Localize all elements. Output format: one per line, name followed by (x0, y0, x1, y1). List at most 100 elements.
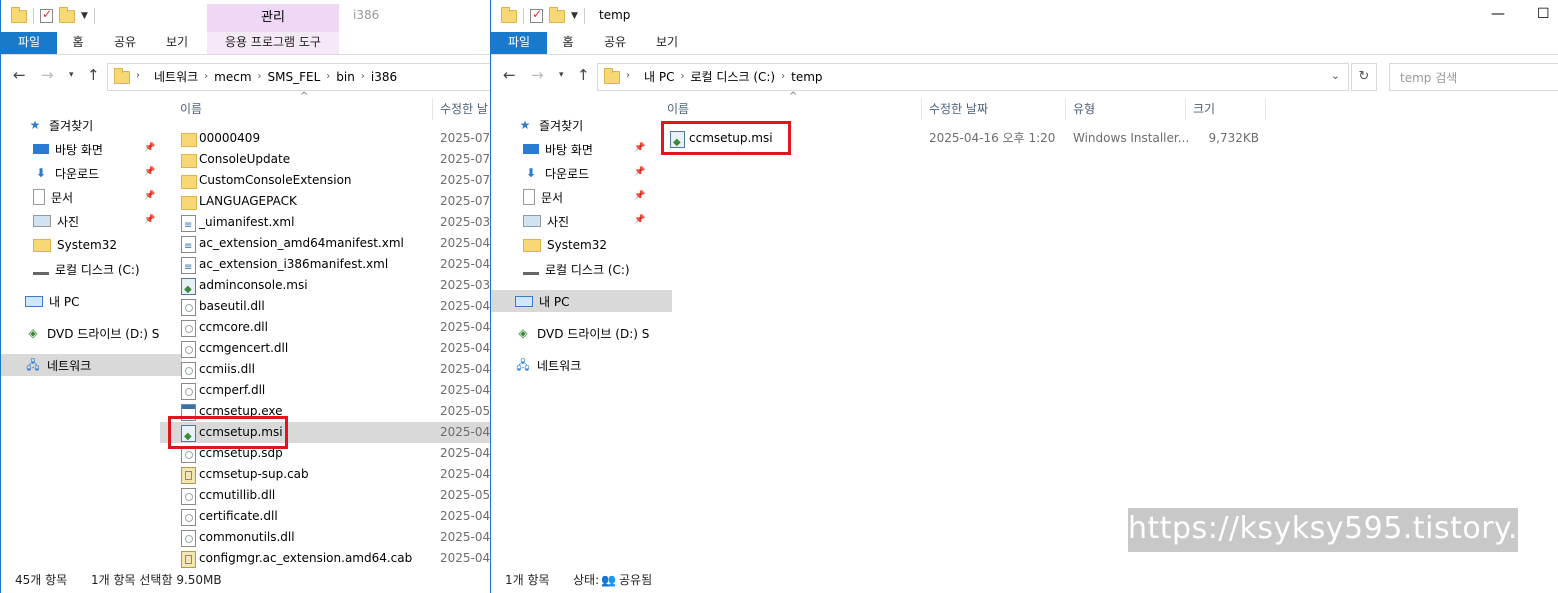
properties-icon[interactable] (530, 7, 543, 23)
file-row[interactable]: 00000409 2025-07- (160, 128, 491, 149)
nav-label: 바탕 화면 (55, 142, 103, 157)
nav-label: DVD 드라이브 (D:) S (537, 326, 650, 341)
tab-app-tools[interactable]: 응용 프로그램 도구 (207, 32, 339, 54)
breadcrumb-sms-fel[interactable]: SMS_FEL (262, 70, 327, 84)
nav-network[interactable]: 🖧 네트워크 (1, 354, 182, 376)
documents-icon (33, 189, 45, 205)
star-icon: ★ (519, 118, 531, 132)
tab-file[interactable]: 파일 (491, 32, 547, 54)
file-row[interactable]: ac_extension_i386manifest.xml 2025-04- (160, 254, 491, 278)
column-header-name[interactable]: 이름 (180, 98, 202, 120)
minimize-icon[interactable]: — (1491, 6, 1505, 22)
recent-locations-icon[interactable]: ▾ (69, 70, 74, 80)
file-row[interactable]: ac_extension_amd64manifest.xml 2025-04- (160, 233, 491, 257)
folder-icon[interactable] (11, 6, 27, 23)
file-row[interactable]: ccmsetup-sup.cab 2025-04- (160, 464, 491, 485)
file-name: ac_extension_i386manifest.xml (199, 257, 389, 271)
tab-file[interactable]: 파일 (1, 32, 57, 54)
tab-share[interactable]: 공유 (595, 32, 635, 54)
item-count: 45개 항목 (15, 573, 68, 587)
breadcrumb-bin[interactable]: bin (330, 70, 361, 84)
msi-file-icon (181, 278, 196, 300)
properties-icon[interactable] (40, 7, 53, 23)
breadcrumb-this-pc[interactable]: 내 PC (638, 68, 680, 85)
file-row[interactable]: LANGUAGEPACK 2025-07- (160, 191, 491, 212)
tab-home[interactable]: 홈 (61, 32, 95, 54)
column-header-size[interactable]: 크기 (1193, 98, 1215, 120)
address-box[interactable]: › 내 PC › 로컬 디스크 (C:) › temp ⌄ (597, 63, 1349, 91)
maximize-icon[interactable]: ☐ (1537, 6, 1550, 22)
nav-network[interactable]: 🖧 네트워크 (491, 354, 672, 376)
file-row[interactable]: ccmgencert.dll 2025-04- (160, 338, 491, 359)
file-row[interactable]: commonutils.dll 2025-04- (160, 527, 491, 548)
file-row[interactable]: ccmperf.dll 2025-04- (160, 380, 491, 401)
tab-view[interactable]: 보기 (647, 32, 687, 54)
breadcrumb-network[interactable]: 네트워크 (148, 68, 204, 85)
search-input[interactable]: temp 검색 (1389, 63, 1558, 91)
nav-dvd[interactable]: ◈ DVD 드라이브 (D:) S (1, 322, 182, 344)
file-row[interactable]: configmgr.ac_extension.amd64.cab 2025-04- (160, 548, 491, 569)
file-row[interactable]: certificate.dll 2025-04- (160, 506, 491, 527)
breadcrumb-mecm[interactable]: mecm (208, 70, 257, 84)
nav-this-pc[interactable]: 내 PC (491, 290, 672, 312)
chevron-down-icon[interactable]: ⌄ (1331, 69, 1340, 82)
pin-icon[interactable]: 📌 (144, 215, 155, 225)
desktop-icon (523, 144, 539, 154)
column-divider[interactable] (921, 98, 922, 120)
nav-favorites[interactable]: ★ 즐겨찾기 (491, 114, 674, 136)
column-header-type[interactable]: 유형 (1073, 98, 1095, 120)
new-folder-icon[interactable] (59, 6, 75, 23)
back-arrow-icon[interactable]: ← (13, 66, 26, 84)
pin-icon[interactable]: 📌 (144, 167, 155, 177)
file-row[interactable]: ccmcore.dll 2025-04- (160, 317, 491, 338)
file-row[interactable]: adminconsole.msi 2025-03- (160, 275, 491, 300)
folder-icon[interactable] (501, 6, 517, 23)
file-row[interactable]: baseutil.dll 2025-04- (160, 296, 491, 317)
drive-icon (33, 264, 49, 275)
file-name: baseutil.dll (199, 299, 265, 313)
pin-icon[interactable]: 📌 (144, 191, 155, 201)
tab-home[interactable]: 홈 (551, 32, 585, 54)
file-row[interactable]: ccmutillib.dll 2025-05- (160, 485, 491, 506)
column-divider[interactable] (1265, 98, 1266, 120)
pin-icon[interactable]: 📌 (634, 215, 645, 225)
nav-this-pc[interactable]: 내 PC (1, 290, 182, 312)
pin-icon[interactable]: 📌 (634, 167, 645, 177)
breadcrumb-local-disk[interactable]: 로컬 디스크 (C:) (684, 68, 781, 85)
forward-arrow-icon[interactable]: → (41, 66, 54, 84)
file-row[interactable]: ccmiis.dll 2025-04- (160, 359, 491, 380)
customize-dropdown-icon[interactable]: ▼ (81, 11, 88, 21)
column-divider[interactable] (1065, 98, 1066, 120)
up-arrow-icon[interactable]: ↑ (577, 66, 590, 84)
pin-icon[interactable]: 📌 (634, 191, 645, 201)
forward-arrow-icon[interactable]: → (531, 66, 544, 84)
breadcrumb-i386[interactable]: i386 (365, 70, 403, 84)
column-header-date[interactable]: 수정한 날 (440, 98, 488, 120)
tab-share[interactable]: 공유 (105, 32, 145, 54)
recent-locations-icon[interactable]: ▾ (559, 70, 564, 80)
refresh-button[interactable]: ↻ (1351, 63, 1377, 91)
nav-label: 문서 (541, 190, 564, 205)
column-divider[interactable] (1185, 98, 1186, 120)
doc-file-icon (181, 530, 196, 547)
new-folder-icon[interactable] (549, 6, 565, 23)
nav-dvd[interactable]: ◈ DVD 드라이브 (D:) S (491, 322, 672, 344)
breadcrumb-temp[interactable]: temp (785, 70, 828, 84)
column-header-name[interactable]: 이름 (667, 98, 689, 120)
nav-favorites[interactable]: ★ 즐겨찾기 (1, 114, 184, 136)
pin-icon[interactable]: 📌 (634, 143, 645, 153)
up-arrow-icon[interactable]: ↑ (87, 66, 100, 84)
column-header-date[interactable]: 수정한 날짜 (929, 98, 988, 120)
pin-icon[interactable]: 📌 (144, 143, 155, 153)
explorer-window-i386: ▼ 관리 i386 파일 홈 공유 보기 응용 프로그램 도구 ← → ▾ ↑ … (0, 0, 491, 593)
address-box[interactable]: › 네트워크 › mecm › SMS_FEL › bin › i386 (107, 63, 491, 91)
file-list: ^ 이름 수정한 날짜 유형 크기 ccmsetup.msi2025-04-16… (651, 91, 1558, 569)
tab-view[interactable]: 보기 (157, 32, 197, 54)
back-arrow-icon[interactable]: ← (503, 66, 516, 84)
column-divider[interactable] (432, 98, 433, 120)
customize-dropdown-icon[interactable]: ▼ (571, 11, 578, 21)
status-label: 상태: (573, 573, 600, 587)
file-row[interactable]: CustomConsoleExtension 2025-07- (160, 170, 491, 191)
file-row[interactable]: _uimanifest.xml 2025-03- (160, 212, 491, 236)
file-row[interactable]: ConsoleUpdate 2025-07- (160, 149, 491, 170)
